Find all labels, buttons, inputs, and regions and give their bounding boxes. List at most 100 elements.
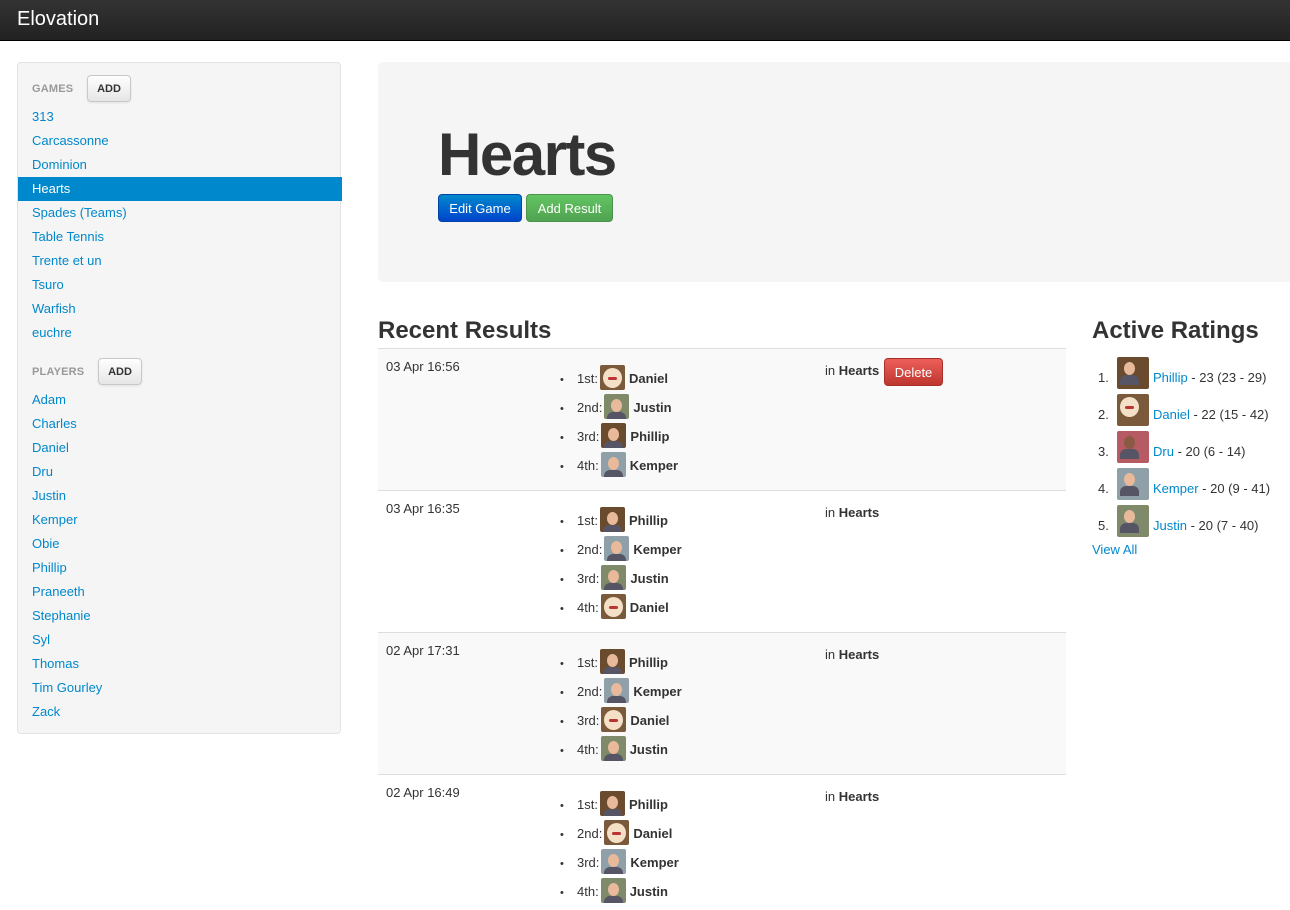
- avatar: [600, 878, 626, 903]
- sidebar-player-item[interactable]: Dru: [18, 460, 342, 484]
- player-name: Kemper: [629, 458, 679, 473]
- sidebar-game-item[interactable]: Tsuro: [18, 273, 342, 297]
- sidebar-game-item[interactable]: Carcassonne: [18, 129, 342, 153]
- add-result-button[interactable]: Add Result: [526, 194, 613, 222]
- sidebar-game-item[interactable]: euchre: [18, 321, 342, 345]
- rating-player-link[interactable]: Phillip: [1153, 370, 1188, 385]
- brand-link[interactable]: Elovation: [17, 8, 99, 31]
- sidebar-game-item[interactable]: Hearts: [18, 177, 342, 201]
- sidebar-player-link[interactable]: Stephanie: [32, 608, 91, 623]
- ratings-list: 1. Phillip - 23 (23 - 29) 2. Daniel - 22 (1…: [1092, 348, 1290, 537]
- rating-rank: 5.: [1098, 518, 1109, 533]
- placing-rank: 2nd:: [577, 400, 603, 415]
- rating-detail: - 22 (15 - 42): [1189, 407, 1269, 422]
- sidebar-game-item[interactable]: Trente et un: [18, 249, 342, 273]
- placing-rank: 3rd:: [577, 571, 600, 586]
- player-name: Phillip: [630, 429, 670, 444]
- sidebar-game-link[interactable]: Carcassonne: [32, 133, 109, 148]
- avatar: [1117, 357, 1149, 389]
- player-name: Kemper: [630, 855, 679, 870]
- avatar: [599, 649, 625, 674]
- sidebar-player-item[interactable]: Obie: [18, 532, 342, 556]
- rating-player-link[interactable]: Kemper: [1153, 481, 1199, 496]
- placing-rank: 2nd:: [577, 542, 603, 557]
- sidebar-player-link[interactable]: Daniel: [32, 440, 69, 455]
- sidebar-player-item[interactable]: Praneeth: [18, 580, 342, 604]
- avatar: [600, 594, 626, 619]
- in-label: in: [825, 647, 836, 662]
- sidebar-player-item[interactable]: Thomas: [18, 652, 342, 676]
- result-row: 02 Apr 17:31 • 1st: Phillip • 2nd: Kemper • 3rd:…: [378, 633, 1066, 775]
- sidebar-player-link[interactable]: Syl: [32, 632, 50, 647]
- player-name: Phillip: [628, 513, 668, 528]
- player-name: Daniel: [630, 713, 670, 728]
- rating-player-link[interactable]: Dru: [1153, 444, 1174, 459]
- sidebar-game-item[interactable]: Spades (Teams): [18, 201, 342, 225]
- sidebar-player-item[interactable]: Phillip: [18, 556, 342, 580]
- add-player-button[interactable]: ADD: [98, 358, 142, 385]
- sidebar-game-item[interactable]: 313: [18, 105, 342, 129]
- sidebar-player-item[interactable]: Charles: [18, 412, 342, 436]
- game-name: Hearts: [838, 505, 880, 520]
- sidebar-player-link[interactable]: Adam: [32, 392, 66, 407]
- player-name: Justin: [633, 400, 672, 415]
- sidebar-player-link[interactable]: Tim Gourley: [32, 680, 102, 695]
- sidebar-game-link[interactable]: Hearts: [32, 181, 70, 196]
- result-row: 03 Apr 16:35 • 1st: Phillip • 2nd: Kemper • 3rd:…: [378, 491, 1066, 633]
- sidebar-player-item[interactable]: Tim Gourley: [18, 676, 342, 700]
- sidebar-game-item[interactable]: Table Tennis: [18, 225, 342, 249]
- sidebar-player-link[interactable]: Phillip: [32, 560, 67, 575]
- sidebar-game-item[interactable]: Warfish: [18, 297, 342, 321]
- view-all-link[interactable]: View All: [1092, 542, 1137, 557]
- player-name: Daniel: [633, 826, 673, 841]
- sidebar-player-link[interactable]: Obie: [32, 536, 59, 551]
- sidebar-game-link[interactable]: Tsuro: [32, 277, 64, 292]
- placing-rank: 4th:: [577, 742, 599, 757]
- bullet-icon: •: [560, 603, 564, 615]
- games-header: GAMES: [32, 83, 74, 95]
- sidebar-game-link[interactable]: euchre: [32, 325, 72, 340]
- bullet-icon: •: [560, 374, 564, 386]
- player-name: Justin: [629, 742, 668, 757]
- page-title: Hearts: [438, 121, 617, 188]
- sidebar-player-link[interactable]: Praneeth: [32, 584, 85, 599]
- placings-list: • 1st: Phillip • 2nd: Kemper • 3rd: Daniel • 4th: J…: [558, 641, 682, 761]
- add-game-button[interactable]: ADD: [87, 75, 131, 102]
- sidebar-player-item[interactable]: Zack: [18, 700, 342, 724]
- sidebar-player-item[interactable]: Syl: [18, 628, 342, 652]
- placing-rank: 3rd:: [577, 855, 600, 870]
- games-list: 313 Carcassonne Dominion Hearts Spades (Team…: [18, 105, 342, 345]
- avatar: [601, 707, 627, 732]
- bullet-icon: •: [560, 574, 564, 586]
- sidebar-player-item[interactable]: Kemper: [18, 508, 342, 532]
- sidebar-player-item[interactable]: Stephanie: [18, 604, 342, 628]
- sidebar-player-item[interactable]: Justin: [18, 484, 342, 508]
- edit-game-button[interactable]: Edit Game: [438, 194, 522, 222]
- result-game: in Hearts: [825, 789, 879, 804]
- sidebar-game-link[interactable]: Warfish: [32, 301, 76, 316]
- rating-item: 2. Daniel - 22 (15 - 42): [1092, 385, 1290, 426]
- sidebar-game-item[interactable]: Dominion: [18, 153, 342, 177]
- rating-item: 4. Kemper - 20 (9 - 41): [1092, 459, 1290, 500]
- rating-detail: - 20 (7 - 40): [1186, 518, 1259, 533]
- bullet-icon: •: [560, 716, 564, 728]
- sidebar-player-item[interactable]: Daniel: [18, 436, 342, 460]
- sidebar-game-link[interactable]: Trente et un: [32, 253, 102, 268]
- sidebar-player-link[interactable]: Kemper: [32, 512, 78, 527]
- sidebar-player-link[interactable]: Thomas: [32, 656, 79, 671]
- rating-player-link[interactable]: Justin: [1153, 518, 1187, 533]
- rating-player-link[interactable]: Daniel: [1153, 407, 1190, 422]
- sidebar-game-link[interactable]: 313: [32, 109, 54, 124]
- placing-item: • 2nd: Justin: [558, 386, 678, 419]
- recent-results-heading: Recent Results: [378, 317, 552, 344]
- sidebar-game-link[interactable]: Table Tennis: [32, 229, 104, 244]
- sidebar-player-link[interactable]: Charles: [32, 416, 77, 431]
- sidebar-player-link[interactable]: Zack: [32, 704, 60, 719]
- sidebar-player-link[interactable]: Justin: [32, 488, 66, 503]
- sidebar-player-link[interactable]: Dru: [32, 464, 53, 479]
- bullet-icon: •: [560, 800, 564, 812]
- sidebar-game-link[interactable]: Dominion: [32, 157, 87, 172]
- sidebar-player-item[interactable]: Adam: [18, 388, 342, 412]
- delete-result-button[interactable]: Delete: [884, 358, 943, 386]
- sidebar-game-link[interactable]: Spades (Teams): [32, 205, 127, 220]
